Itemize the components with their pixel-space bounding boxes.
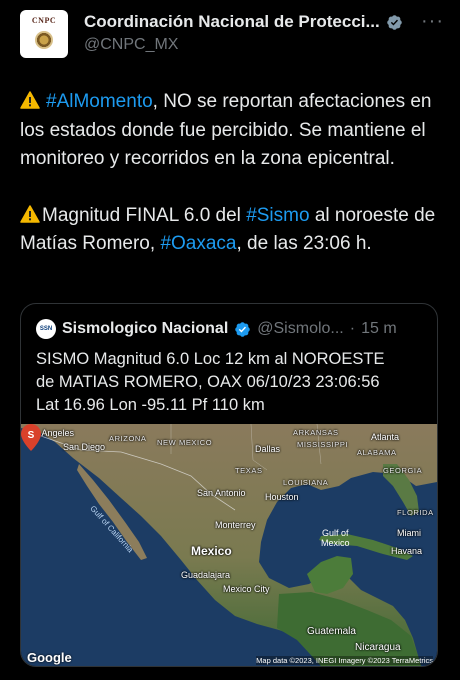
author-name-row: Coordinación Nacional de Protecci...	[84, 12, 404, 32]
verified-badge-icon	[235, 321, 251, 337]
map-label-mexico-city: Mexico City	[223, 584, 270, 594]
map-label-dallas: Dallas	[255, 444, 281, 454]
map-label-louisiana: LOUISIANA	[283, 478, 329, 487]
quoted-author-handle[interactable]: @Sismolo...	[257, 320, 343, 338]
map-label-havana: Havana	[391, 546, 423, 556]
quoted-tweet-text: SISMO Magnitud 6.0 Loc 12 km al NOROESTE…	[36, 350, 385, 414]
author-avatar[interactable]: CNPC	[20, 10, 68, 58]
map-label-houston: Houston	[265, 492, 299, 502]
hashtag-almomento-link[interactable]: #AlMomento	[46, 91, 153, 112]
author-display-name[interactable]: Coordinación Nacional de Protecci...	[84, 12, 380, 32]
quoted-tweet-card[interactable]: SSN Sismologico Nacional @Sismolo... · 1…	[20, 303, 438, 667]
map-label-san-antonio: San Antonio	[197, 488, 246, 498]
quoted-timestamp[interactable]: 15 m	[361, 320, 397, 338]
map-label-atlanta: Atlanta	[371, 432, 400, 442]
tweet-body: #AlMomento, NO se reportan afectaciones …	[20, 88, 450, 259]
hashtag-sismo-link[interactable]: #Sismo	[246, 205, 309, 226]
map-label-alabama: ALABAMA	[357, 448, 397, 457]
map-label-arkansas: ARKANSAS	[293, 428, 339, 437]
map-label-new-mexico: NEW MEXICO	[157, 438, 213, 447]
map-label-guatemala: Guatemala	[307, 626, 356, 637]
epicenter-pin-icon[interactable]: S	[21, 424, 41, 451]
tweet-paragraph-1: #AlMomento, NO se reportan afectaciones …	[20, 88, 450, 174]
map-label-guadalajara: Guadalajara	[181, 570, 231, 580]
tweet-paragraph-2: Magnitud FINAL 6.0 del #Sismo al noroest…	[20, 202, 450, 259]
quoted-author-avatar[interactable]: SSN	[36, 319, 56, 339]
warning-icon	[20, 91, 40, 109]
tweet-text-2a: Magnitud FINAL 6.0 del	[42, 204, 247, 226]
avatar-seal-icon	[35, 31, 53, 49]
map-label-mississippi: MISSISSIPPI	[297, 440, 349, 449]
map-label-monterrey: Monterrey	[215, 520, 256, 530]
map-label-mexico: Mexico	[191, 544, 232, 558]
google-logo: Google	[27, 650, 72, 665]
map-label-gulf-of-mexico: Gulf of Mexico	[321, 528, 350, 548]
map-label-miami: Miami	[397, 528, 421, 538]
hashtag-oaxaca-link[interactable]: #Oaxaca	[160, 233, 236, 254]
tweet-text-2c: , de las 23:06 h.	[236, 233, 372, 254]
quoted-author-name[interactable]: Sismologico Nacional	[62, 320, 228, 338]
avatar-brand-text: CNPC	[31, 16, 57, 25]
map-label-nicaragua: Nicaragua	[355, 642, 401, 653]
tweet-header: CNPC Coordinación Nacional de Protecci..…	[20, 10, 444, 60]
more-options-icon[interactable]: ···	[421, 10, 444, 33]
quoted-tweet-header: SSN Sismologico Nacional @Sismolo... · 1…	[36, 319, 427, 339]
warning-icon	[20, 204, 40, 223]
author-handle[interactable]: @CNPC_MX	[84, 36, 178, 54]
verified-badge-icon	[386, 14, 402, 30]
map-label-florida: FLORIDA	[397, 508, 434, 517]
map-label-san-diego: San Diego	[63, 442, 106, 452]
map-label-texas: TEXAS	[235, 466, 263, 475]
map-attribution: Map data ©2023, INEGI Imagery ©2023 Terr…	[256, 656, 433, 665]
map-label-georgia: GEORGIA	[383, 466, 423, 475]
map-image[interactable]: Los Angeles San Diego ARIZONA NEW MEXICO…	[21, 424, 437, 666]
pin-letter: S	[28, 430, 35, 441]
separator-dot: ·	[349, 320, 356, 337]
map-label-arizona: ARIZONA	[109, 434, 147, 443]
